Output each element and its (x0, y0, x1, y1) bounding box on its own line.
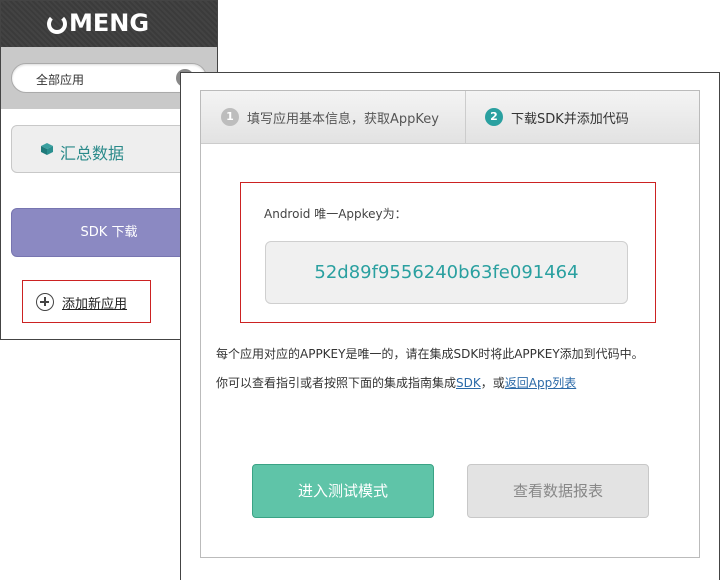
appkey-value[interactable]: 52d89f9556240b63fe091464 (265, 241, 628, 304)
appkey-caption: Android 唯一Appkey为： (264, 207, 407, 221)
guide-mid: ，或 (480, 376, 505, 390)
step-1-label: 填写应用基本信息，获取AppKey (247, 111, 439, 127)
app-select-dropdown[interactable]: 全部应用 (11, 63, 207, 93)
umeng-logo[interactable]: MENG (47, 9, 149, 37)
guide-prefix: 你可以查看指引或者按照下面的集成指南集成 (216, 376, 457, 390)
summary-data-label: 汇总数据 (60, 144, 125, 163)
step-2[interactable]: 2 下载SDK并添加代码 (485, 91, 629, 143)
summary-data-button[interactable]: 汇总数据 (11, 125, 207, 173)
step-2-number: 2 (485, 108, 503, 126)
add-new-app-label: 添加新应用 (62, 297, 128, 312)
appkey-box: Android 唯一Appkey为： 52d89f9556240b63fe091… (240, 182, 656, 323)
integration-guide-text: 你可以查看指引或者按照下面的集成指南集成SDK，或返回App列表 (216, 374, 576, 391)
app-select-value: 全部应用 (36, 73, 85, 87)
sdk-download-button[interactable]: SDK 下载 (11, 208, 207, 257)
logo-mark-icon (47, 14, 67, 34)
plus-circle-icon (36, 293, 54, 311)
logo-text: MENG (69, 9, 150, 37)
step-2-label: 下载SDK并添加代码 (511, 111, 629, 127)
back-to-app-list-link[interactable]: 返回App列表 (505, 376, 576, 390)
steps-bar: 1 填写应用基本信息，获取AppKey 2 下载SDK并添加代码 (201, 91, 699, 144)
brand-header: MENG (1, 1, 217, 47)
add-new-app-link[interactable]: 添加新应用 (22, 280, 151, 323)
step-1-number: 1 (221, 108, 239, 126)
step-1[interactable]: 1 填写应用基本信息，获取AppKey (221, 91, 466, 143)
enter-test-mode-button[interactable]: 进入测试模式 (252, 464, 434, 518)
view-data-report-button[interactable]: 查看数据报表 (467, 464, 649, 518)
cube-icon (41, 143, 53, 155)
appkey-info-text: 每个应用对应的APPKEY是唯一的，请在集成SDK时将此APPKEY添加到代码中… (216, 347, 644, 361)
sdk-link[interactable]: SDK (456, 376, 481, 390)
